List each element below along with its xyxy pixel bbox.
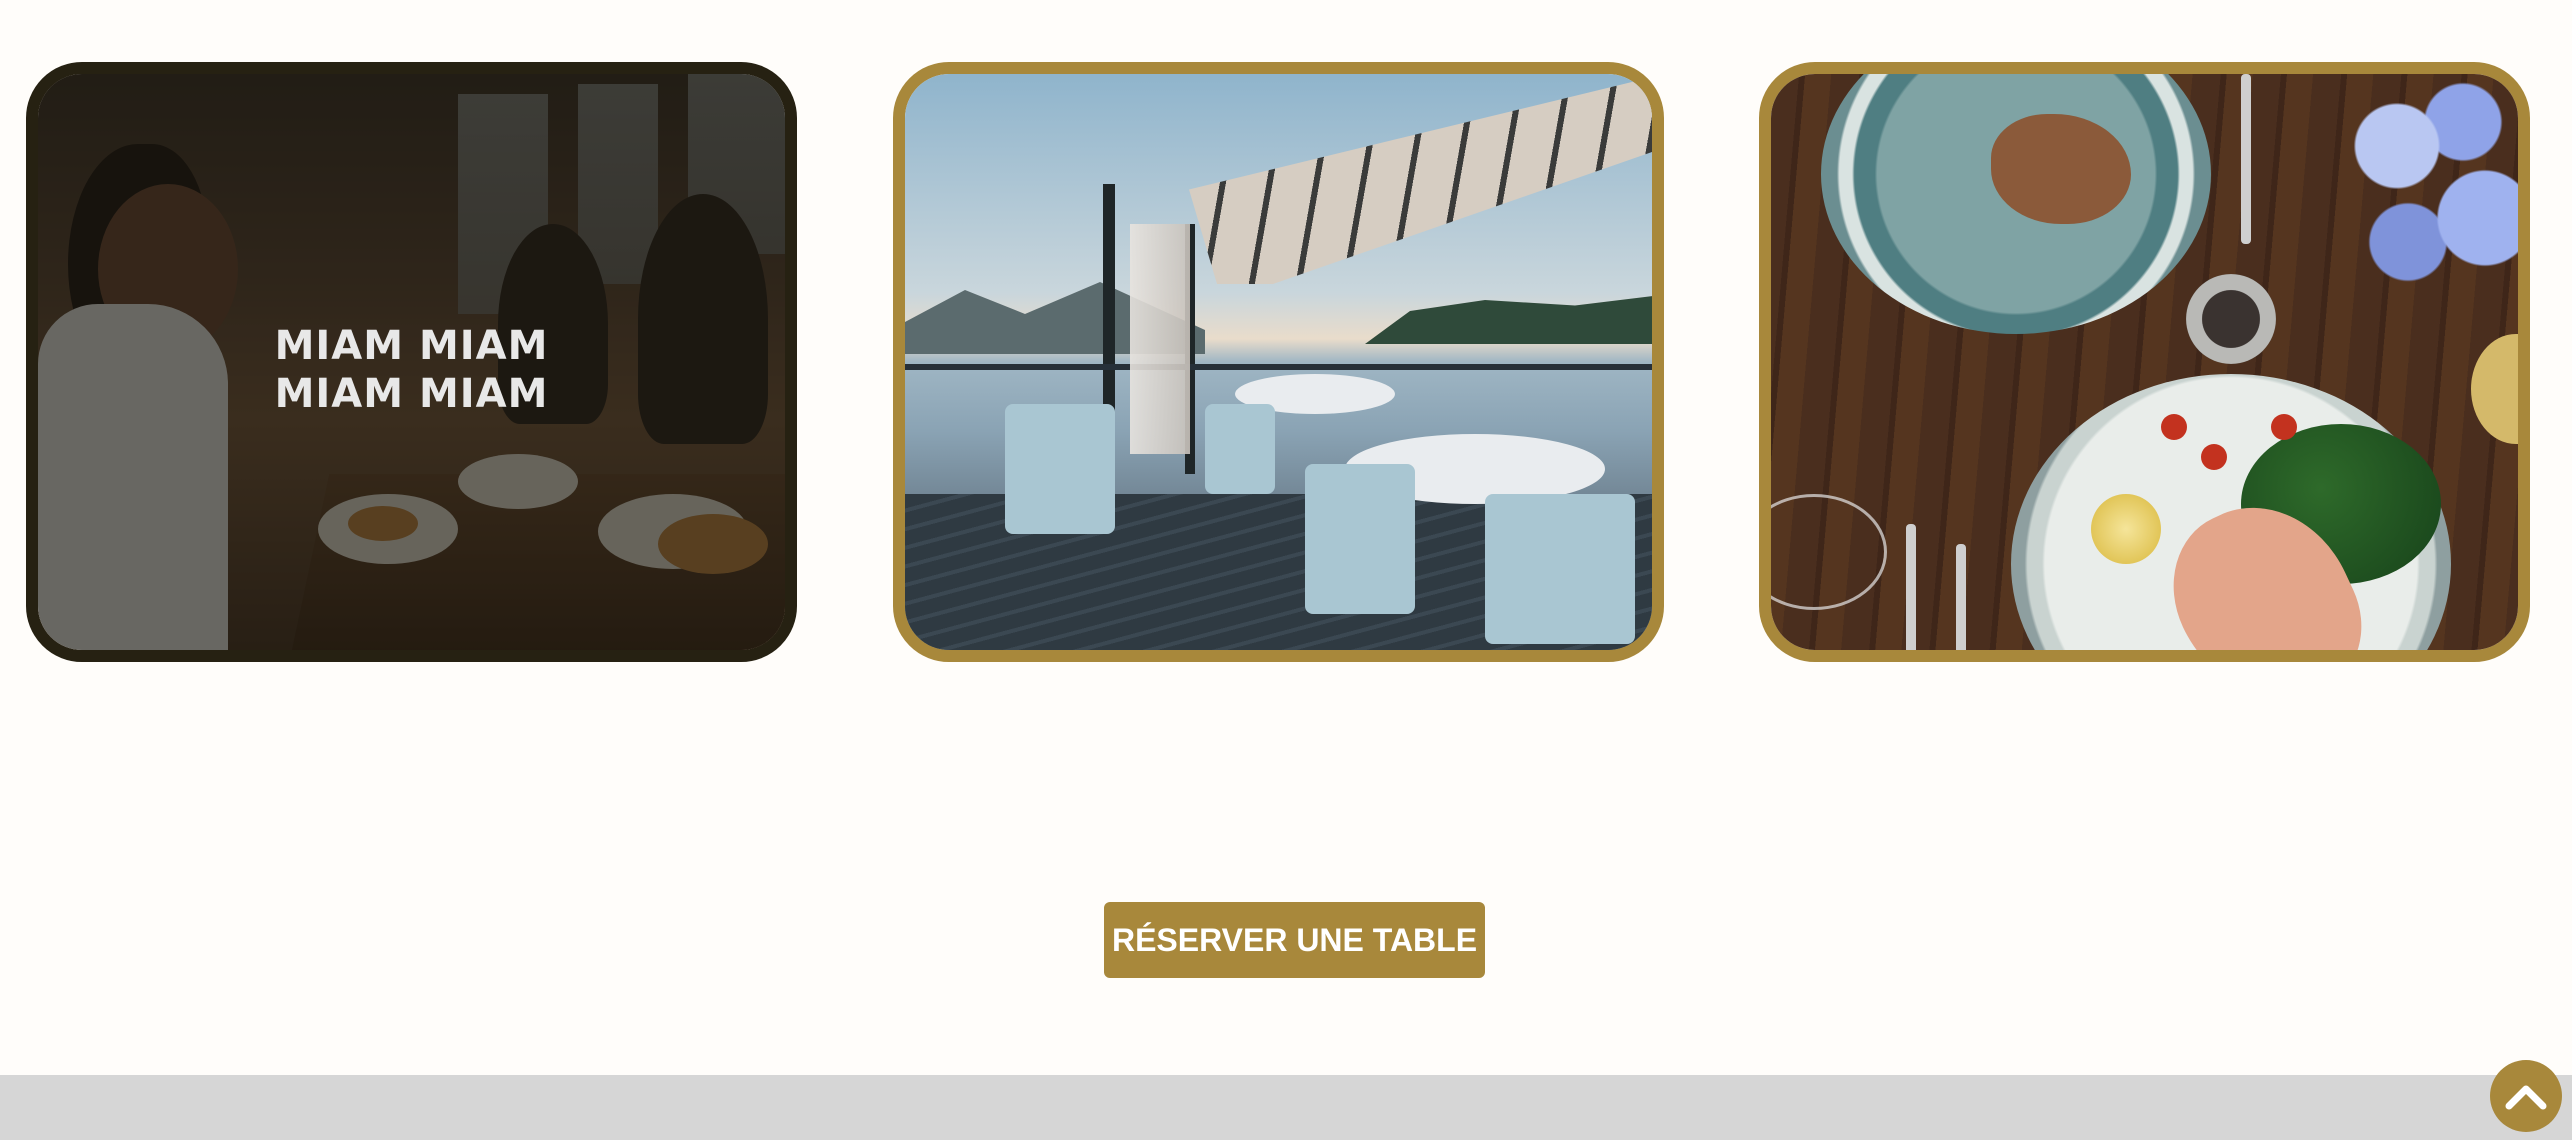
gallery-card-dishes[interactable] — [1759, 62, 2530, 662]
dishes-photo — [1771, 74, 2518, 650]
terrace-photo — [905, 74, 1652, 650]
chevron-up-icon — [2505, 1085, 2547, 1110]
card-caption: MIAM MIAM MIAM MIAM — [274, 323, 549, 417]
reserve-table-button[interactable]: RÉSERVER UNE TABLE — [1104, 902, 1485, 978]
scroll-to-top-button[interactable] — [2490, 1060, 2562, 1132]
photo-gallery: MIAM MIAM MIAM MIAM — [0, 0, 2572, 700]
gallery-card-diners[interactable]: MIAM MIAM MIAM MIAM — [26, 62, 797, 662]
gallery-card-terrace[interactable] — [893, 62, 1664, 662]
footer-bar — [0, 1075, 2572, 1140]
